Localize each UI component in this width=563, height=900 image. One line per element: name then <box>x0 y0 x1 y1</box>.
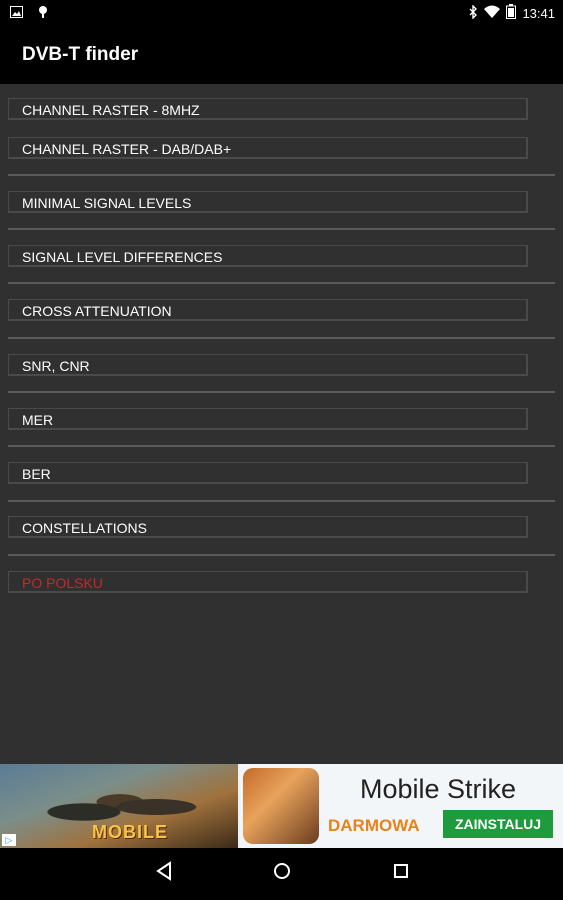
back-icon[interactable] <box>154 860 174 887</box>
divider <box>8 282 555 284</box>
app-title: DVB-T finder <box>22 44 139 65</box>
menu-item-label: CHANNEL RASTER - 8MHZ <box>22 102 200 118</box>
ad-game-image[interactable]: MOBILE <box>0 764 238 848</box>
menu-item-constellations[interactable]: CONSTELLATIONS <box>8 516 528 538</box>
menu-item-channel-raster-8mhz[interactable]: CHANNEL RASTER - 8MHZ <box>8 98 528 120</box>
menu-item-ber[interactable]: BER <box>8 462 528 484</box>
home-icon[interactable] <box>272 860 292 887</box>
wifi-icon <box>484 5 501 21</box>
app-bar: DVB-T finder <box>0 26 563 84</box>
menu-list: CHANNEL RASTER - 8MHZ CHANNEL RASTER - D… <box>0 84 563 764</box>
recents-icon[interactable] <box>391 860 411 887</box>
menu-item-label: MINIMAL SIGNAL LEVELS <box>22 195 192 211</box>
ad-install-button[interactable]: ZAINSTALUJ <box>443 810 553 838</box>
ad-game-logo: MOBILE <box>92 822 168 842</box>
menu-item-cross-attenuation[interactable]: CROSS ATTENUATION <box>8 299 528 321</box>
menu-item-label: CHANNEL RASTER - DAB/DAB+ <box>22 141 232 157</box>
divider <box>8 554 555 556</box>
divider <box>8 174 555 176</box>
menu-item-label: CONSTELLATIONS <box>22 520 147 536</box>
menu-item-minimal-signal-levels[interactable]: MINIMAL SIGNAL LEVELS <box>8 191 528 213</box>
bluetooth-icon <box>469 3 478 22</box>
divider <box>8 500 555 502</box>
menu-item-label: SNR, CNR <box>22 358 90 374</box>
divider <box>8 391 555 393</box>
menu-item-label: BER <box>22 466 51 482</box>
divider <box>8 228 555 230</box>
divider <box>8 337 555 339</box>
menu-item-label: CROSS ATTENUATION <box>22 303 172 319</box>
navigation-bar <box>0 848 563 900</box>
ad-banner[interactable]: MOBILE ▷ Mobile Strike DARMOWA ZAINSTALU… <box>0 764 563 848</box>
status-bar: 13:41 <box>0 0 563 26</box>
menu-item-label: SIGNAL LEVEL DIFFERENCES <box>22 249 223 265</box>
status-time: 13:41 <box>522 5 555 21</box>
menu-item-label: PO POLSKU <box>22 575 103 591</box>
menu-item-mer[interactable]: MER <box>8 408 528 430</box>
ad-free-label: DARMOWA <box>328 816 420 835</box>
menu-item-snr-cnr[interactable]: SNR, CNR <box>8 354 528 376</box>
android-icon <box>37 5 49 24</box>
ad-app-panel[interactable]: Mobile Strike DARMOWA ZAINSTALUJ <box>240 764 563 848</box>
menu-item-signal-level-differences[interactable]: SIGNAL LEVEL DIFFERENCES <box>8 245 528 267</box>
ad-app-name: Mobile Strike <box>360 774 517 804</box>
battery-icon <box>506 4 517 22</box>
image-icon <box>10 5 23 24</box>
menu-item-channel-raster-dab[interactable]: CHANNEL RASTER - DAB/DAB+ <box>8 137 528 159</box>
menu-item-po-polsku[interactable]: PO POLSKU <box>8 571 528 593</box>
ad-choices-icon[interactable]: ▷ <box>2 834 16 846</box>
divider <box>8 445 555 447</box>
menu-item-label: MER <box>22 412 54 428</box>
ad-app-icon <box>243 768 319 844</box>
